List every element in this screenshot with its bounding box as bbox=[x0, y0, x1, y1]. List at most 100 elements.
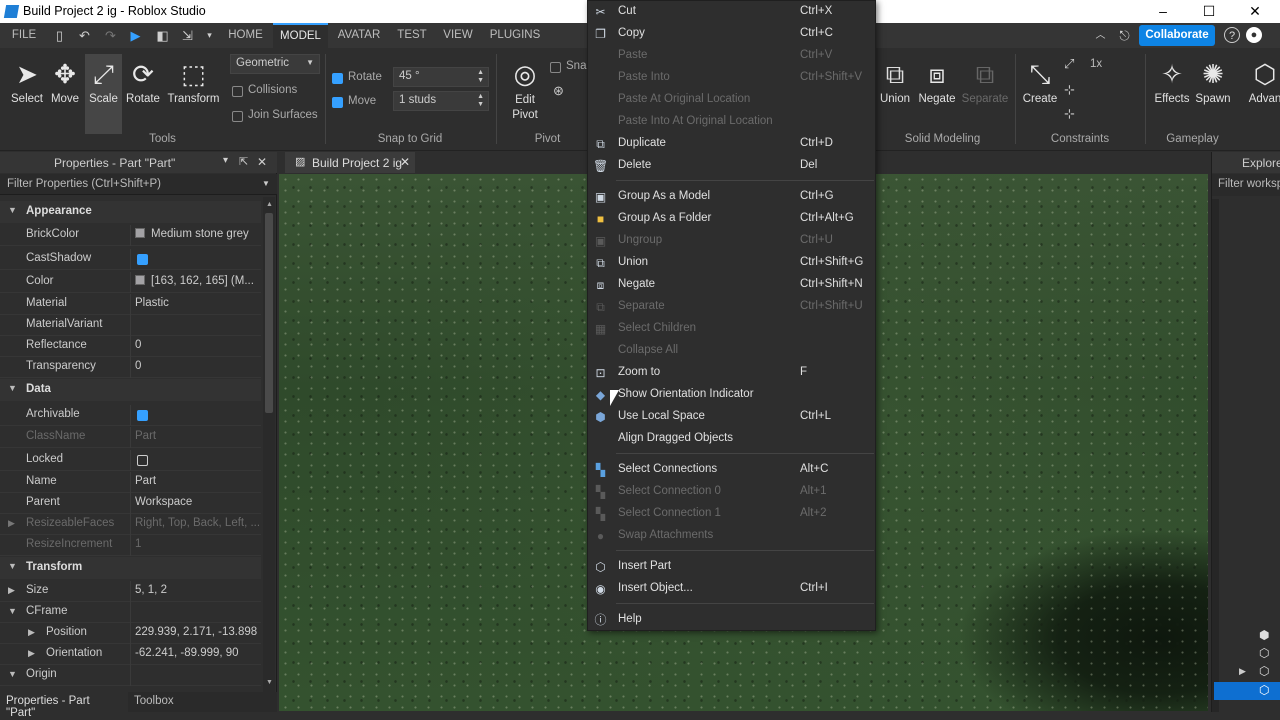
negate-button[interactable]: ⧈ Negate bbox=[916, 58, 958, 105]
redo-icon[interactable]: ↷ bbox=[103, 28, 118, 43]
user-avatar-icon[interactable]: ● bbox=[1246, 27, 1262, 43]
selected-part-row[interactable]: ⬡ bbox=[1214, 682, 1280, 700]
menu-item-select-connection-1[interactable]: ▚ Select Connection 1 Alt+2 bbox=[588, 503, 875, 525]
collapse-arrow-icon[interactable]: ▼ bbox=[8, 561, 17, 571]
prop-value[interactable]: Part bbox=[135, 475, 259, 487]
snap-pivot-checkbox[interactable] bbox=[550, 62, 561, 73]
show-welds-icon[interactable]: ⊹ bbox=[1064, 106, 1075, 122]
prop-row-materialvariant[interactable]: MaterialVariant bbox=[0, 315, 261, 336]
category-data[interactable]: ▼ Data bbox=[0, 379, 261, 401]
minimize-icon[interactable]: – bbox=[1140, 2, 1186, 22]
tab-test[interactable]: TEST bbox=[390, 23, 434, 48]
publish-icon[interactable]: ⇲ bbox=[180, 28, 195, 43]
prop-value[interactable]: Workspace bbox=[135, 496, 259, 508]
stop-icon[interactable]: ◧ bbox=[155, 28, 170, 43]
undo-icon[interactable]: ↶ bbox=[77, 28, 92, 43]
collisions-checkbox[interactable] bbox=[232, 86, 243, 97]
tab-plugins[interactable]: PLUGINS bbox=[485, 23, 545, 48]
category-transform[interactable]: ▼ Transform bbox=[0, 557, 261, 579]
constraint-scale-value[interactable]: 1x bbox=[1090, 58, 1102, 70]
expand-arrow-icon[interactable]: ▶ bbox=[1239, 666, 1246, 677]
tab-properties[interactable]: Properties - Part "Part" bbox=[0, 692, 128, 719]
share-icon[interactable]: ⎋ bbox=[1117, 28, 1132, 43]
menu-item-select-children[interactable]: ▦ Select Children bbox=[588, 318, 875, 340]
part-icon[interactable]: ⬡ bbox=[1259, 646, 1269, 660]
prop-row-brickcolor[interactable]: BrickColor Medium stone grey bbox=[0, 225, 261, 246]
help-icon[interactable]: ? bbox=[1224, 27, 1240, 43]
tab-avatar[interactable]: AVATAR bbox=[333, 23, 385, 48]
menu-item-ungroup[interactable]: ▣ Ungroup Ctrl+U bbox=[588, 230, 875, 252]
quick-access-dropdown-icon[interactable]: ▾ bbox=[202, 28, 217, 43]
expand-arrow-icon[interactable]: ▶ bbox=[8, 518, 15, 529]
union-button[interactable]: ⧉ Union bbox=[876, 58, 914, 105]
close-icon[interactable]: ✕ bbox=[1232, 2, 1278, 22]
menu-item-paste[interactable]: Paste Ctrl+V bbox=[588, 45, 875, 67]
play-icon[interactable]: ▶ bbox=[128, 28, 143, 43]
filter-workspace-input[interactable]: Filter worksp bbox=[1212, 174, 1280, 196]
menu-item-copy[interactable]: ❐ Copy Ctrl+C bbox=[588, 23, 875, 45]
scrollbar-thumb[interactable] bbox=[265, 213, 273, 413]
advanced-button[interactable]: ⬡ Advan bbox=[1245, 58, 1280, 105]
menu-item-delete[interactable]: 🗑 Delete Del bbox=[588, 155, 875, 177]
menu-item-show-orientation[interactable]: ◆ Show Orientation Indicator bbox=[588, 384, 875, 406]
move-tool-button[interactable]: ✥ Move bbox=[45, 58, 85, 105]
menu-item-group-model[interactable]: ▣ Group As a Model Ctrl+G bbox=[588, 186, 875, 208]
maximize-icon[interactable]: ☐ bbox=[1186, 2, 1232, 22]
menu-item-help[interactable]: ⓘ Help bbox=[588, 609, 875, 631]
prop-row-origin[interactable]: ▼ Origin bbox=[0, 665, 261, 686]
snap-rotate-input[interactable]: 45 ° ▲ ▼ bbox=[393, 67, 489, 87]
close-tab-icon[interactable]: ✕ bbox=[400, 155, 410, 169]
part-icon[interactable]: ⬡ bbox=[1259, 664, 1269, 678]
prop-value[interactable]: 0 bbox=[135, 339, 259, 351]
tab-home[interactable]: HOME bbox=[223, 23, 268, 48]
menu-item-select-connection-0[interactable]: ▚ Select Connection 0 Alt+1 bbox=[588, 481, 875, 503]
archivable-checkbox[interactable] bbox=[137, 410, 148, 421]
show-constraints-icon[interactable]: ⊹ bbox=[1064, 82, 1075, 98]
menu-item-paste-into[interactable]: Paste Into Ctrl+Shift+V bbox=[588, 67, 875, 89]
panel-dropdown-icon[interactable]: ▾ bbox=[223, 155, 228, 166]
effects-button[interactable]: ✧ Effects bbox=[1152, 58, 1192, 105]
close-panel-icon[interactable]: ✕ bbox=[257, 155, 267, 169]
prop-value[interactable]: 0 bbox=[135, 360, 259, 372]
prop-row-transparency[interactable]: Transparency 0 bbox=[0, 357, 261, 378]
prop-row-reflectance[interactable]: Reflectance 0 bbox=[0, 336, 261, 357]
new-file-icon[interactable]: ▯ bbox=[52, 28, 67, 43]
collaborate-button[interactable]: Collaborate bbox=[1139, 25, 1215, 46]
prop-row-cframe[interactable]: ▼ CFrame bbox=[0, 602, 261, 623]
prop-value[interactable]: Medium stone grey bbox=[135, 228, 259, 240]
menu-item-duplicate[interactable]: ⧉ Duplicate Ctrl+D bbox=[588, 133, 875, 155]
expand-arrow-icon[interactable]: ▶ bbox=[28, 627, 35, 638]
prop-row-material[interactable]: Material Plastic bbox=[0, 294, 261, 315]
collapse-arrow-icon[interactable]: ▼ bbox=[8, 606, 17, 616]
constraint-scale-icon[interactable]: ⤢ bbox=[1064, 56, 1074, 72]
menu-item-select-connections[interactable]: ▚ Select Connections Alt+C bbox=[588, 459, 875, 481]
expand-arrow-icon[interactable]: ▶ bbox=[28, 648, 35, 659]
undock-icon[interactable]: ⇱ bbox=[239, 155, 248, 168]
transform-tool-button[interactable]: ⬚ Transform bbox=[166, 58, 221, 105]
menu-item-cut[interactable]: ✂ Cut Ctrl+X bbox=[588, 1, 875, 23]
collapse-arrow-icon[interactable]: ▼ bbox=[8, 205, 17, 215]
prop-row-castshadow[interactable]: CastShadow bbox=[0, 249, 261, 270]
menu-item-paste-into-original[interactable]: Paste Into At Original Location bbox=[588, 111, 875, 133]
prop-value[interactable]: 229.939, 2.171, -13.898 bbox=[135, 626, 259, 638]
explorer-scrollbar[interactable] bbox=[1212, 199, 1219, 712]
prop-value[interactable]: [163, 162, 165] (M... bbox=[135, 275, 259, 287]
menu-item-zoom-to[interactable]: ⊡ Zoom to F bbox=[588, 362, 875, 384]
geometric-mode-dropdown[interactable]: Geometric ▼ bbox=[230, 54, 320, 74]
prop-value[interactable]: -62.241, -89.999, 90 bbox=[135, 647, 259, 659]
edit-pivot-button[interactable]: ◎ Edit Pivot bbox=[505, 58, 545, 123]
prop-row-orientation[interactable]: ▶ Orientation -62.241, -89.999, 90 bbox=[0, 644, 261, 665]
prop-row-parent[interactable]: Parent Workspace bbox=[0, 493, 261, 514]
collapse-ribbon-icon[interactable]: ︿ bbox=[1093, 28, 1108, 43]
stepper-icon[interactable]: ▲ ▼ bbox=[477, 93, 484, 109]
prop-row-archivable[interactable]: Archivable bbox=[0, 405, 261, 426]
properties-scrollbar[interactable]: ▲ ▼ bbox=[263, 197, 275, 692]
snap-rotate-checkbox[interactable] bbox=[332, 73, 343, 84]
prop-value[interactable]: Plastic bbox=[135, 297, 259, 309]
pivot-snap-icon[interactable]: ⊛ bbox=[553, 83, 564, 99]
file-menu[interactable]: FILE bbox=[4, 23, 44, 48]
menu-item-insert-object[interactable]: ◉ Insert Object... Ctrl+I bbox=[588, 578, 875, 600]
spawn-button[interactable]: ✺ Spawn bbox=[1193, 58, 1233, 105]
prop-row-position[interactable]: ▶ Position 229.939, 2.171, -13.898 bbox=[0, 623, 261, 644]
filter-properties-input[interactable]: Filter Properties (Ctrl+Shift+P) ▼ bbox=[0, 174, 277, 195]
